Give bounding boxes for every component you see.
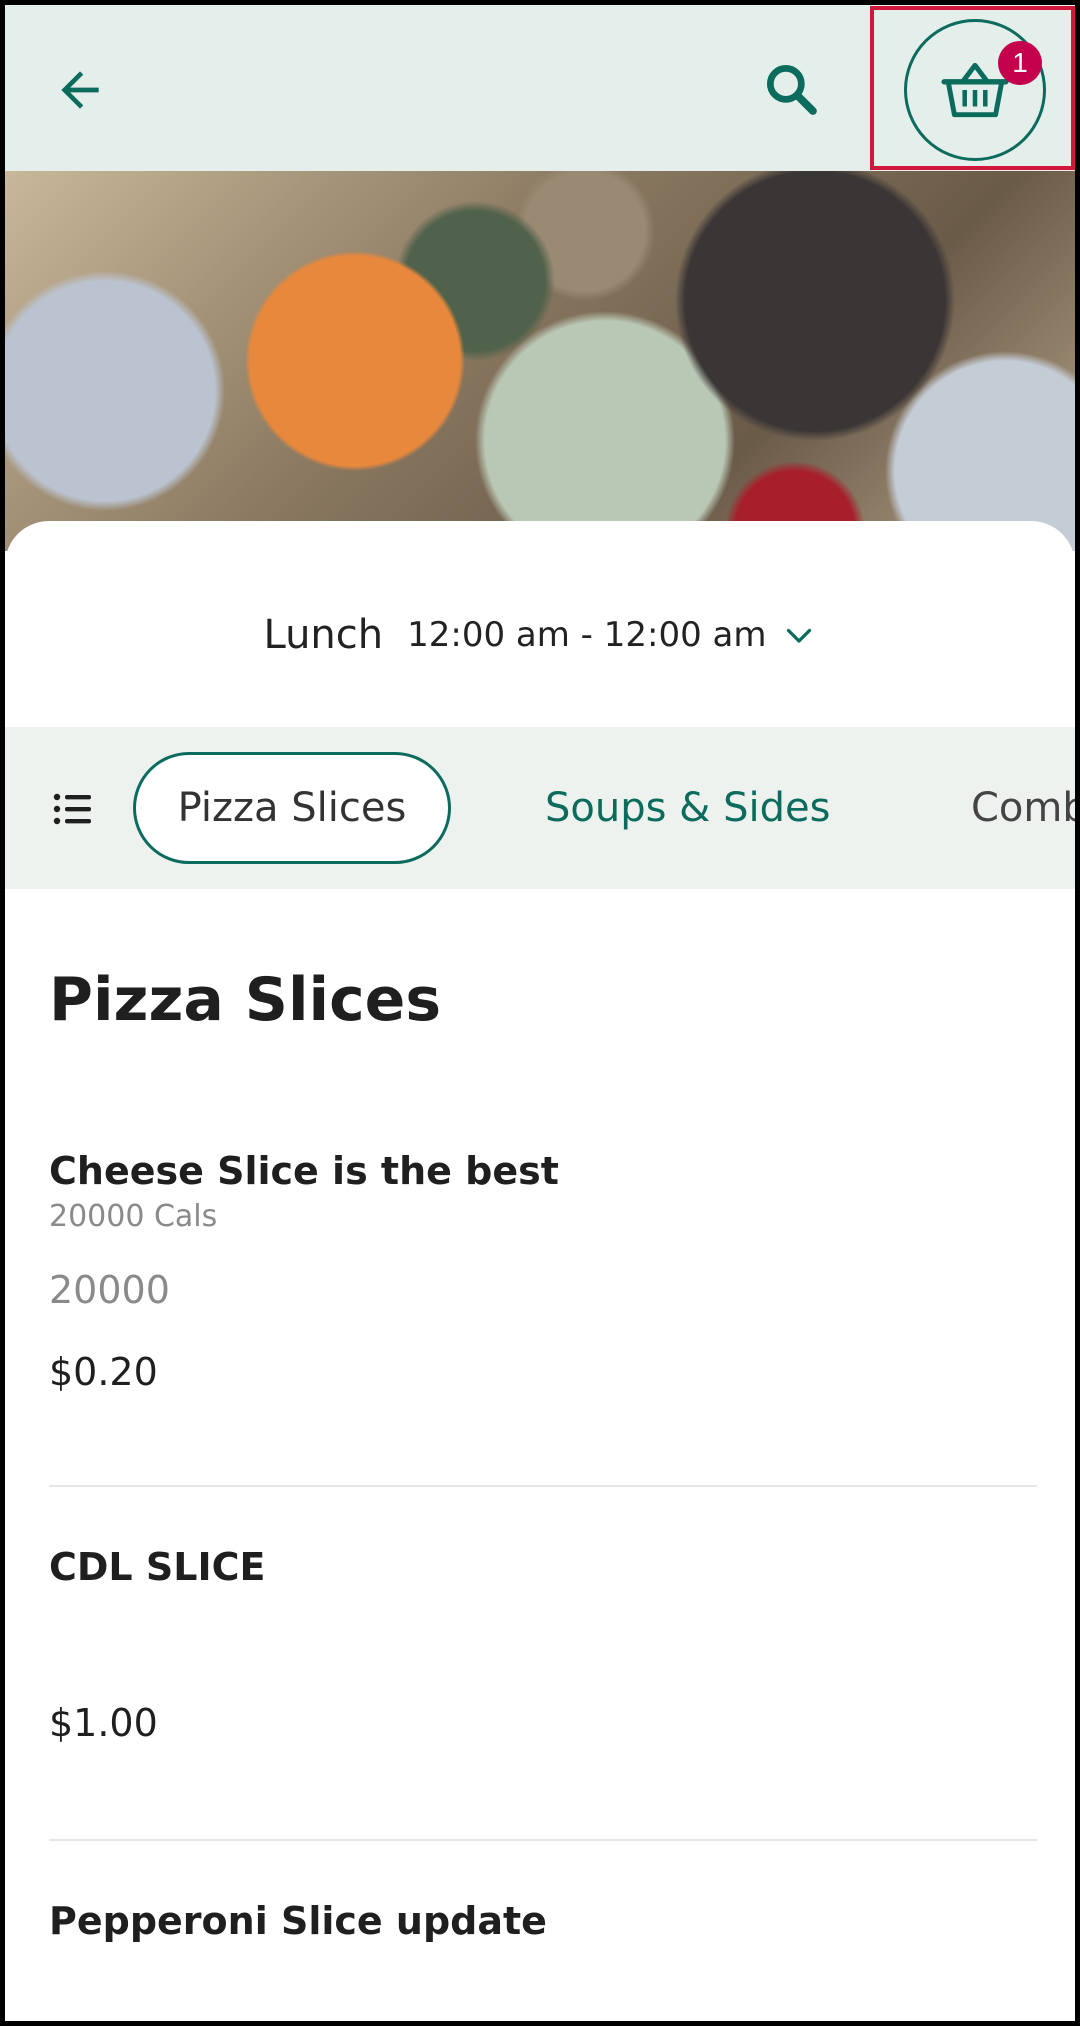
item-divider xyxy=(49,1485,1037,1487)
search-button[interactable] xyxy=(755,53,827,125)
restaurant-hero-image xyxy=(5,171,1075,551)
menu-item-cdl-slice[interactable]: CDL SLICE $1.00 xyxy=(49,1545,1037,1745)
menu-sheet: Lunch 12:00 am - 12:00 am Pizza Slices S… xyxy=(5,521,1075,2021)
item-price: $0.20 xyxy=(49,1350,158,1394)
item-description: 20000 xyxy=(49,1268,170,1312)
item-price: $1.00 xyxy=(49,1701,158,1745)
menu-item-cheese-slice[interactable]: Cheese Slice is the best 20000 Cals 2000… xyxy=(49,1149,1037,1394)
cart-count-badge: 1 xyxy=(998,41,1042,85)
item-name: CDL SLICE xyxy=(49,1545,266,1589)
item-name: Pepperoni Slice update xyxy=(49,1899,547,1943)
cart-highlight: 1 xyxy=(870,6,1075,170)
tab-soups-sides[interactable]: Soups & Sides xyxy=(545,752,830,864)
meal-period-selector[interactable]: Lunch 12:00 am - 12:00 am xyxy=(5,605,1075,665)
category-tabs: Pizza Slices Soups & Sides Comb xyxy=(5,727,1075,889)
item-calories: 20000 Cals xyxy=(49,1199,218,1234)
meal-name: Lunch xyxy=(263,612,384,658)
tab-combos[interactable]: Comb xyxy=(971,752,1075,864)
section-title: Pizza Slices xyxy=(49,965,442,1035)
top-app-bar: 1 xyxy=(5,5,1075,171)
back-arrow-icon xyxy=(61,71,99,109)
meal-time: 12:00 am - 12:00 am xyxy=(407,615,767,655)
back-button[interactable] xyxy=(45,55,115,125)
item-divider xyxy=(49,1839,1037,1841)
chevron-down-icon xyxy=(781,617,817,653)
tab-pizza-slices[interactable]: Pizza Slices xyxy=(133,752,451,864)
cart-button[interactable] xyxy=(904,19,1046,161)
search-icon xyxy=(766,64,817,115)
item-name: Cheese Slice is the best xyxy=(49,1149,559,1193)
menu-item-pepperoni-slice[interactable]: Pepperoni Slice update xyxy=(49,1899,1037,1943)
app-screen: 1 Lunch 12:00 am - 12:00 am Pizza Slices… xyxy=(0,0,1080,2026)
category-list-icon[interactable] xyxy=(49,785,97,833)
